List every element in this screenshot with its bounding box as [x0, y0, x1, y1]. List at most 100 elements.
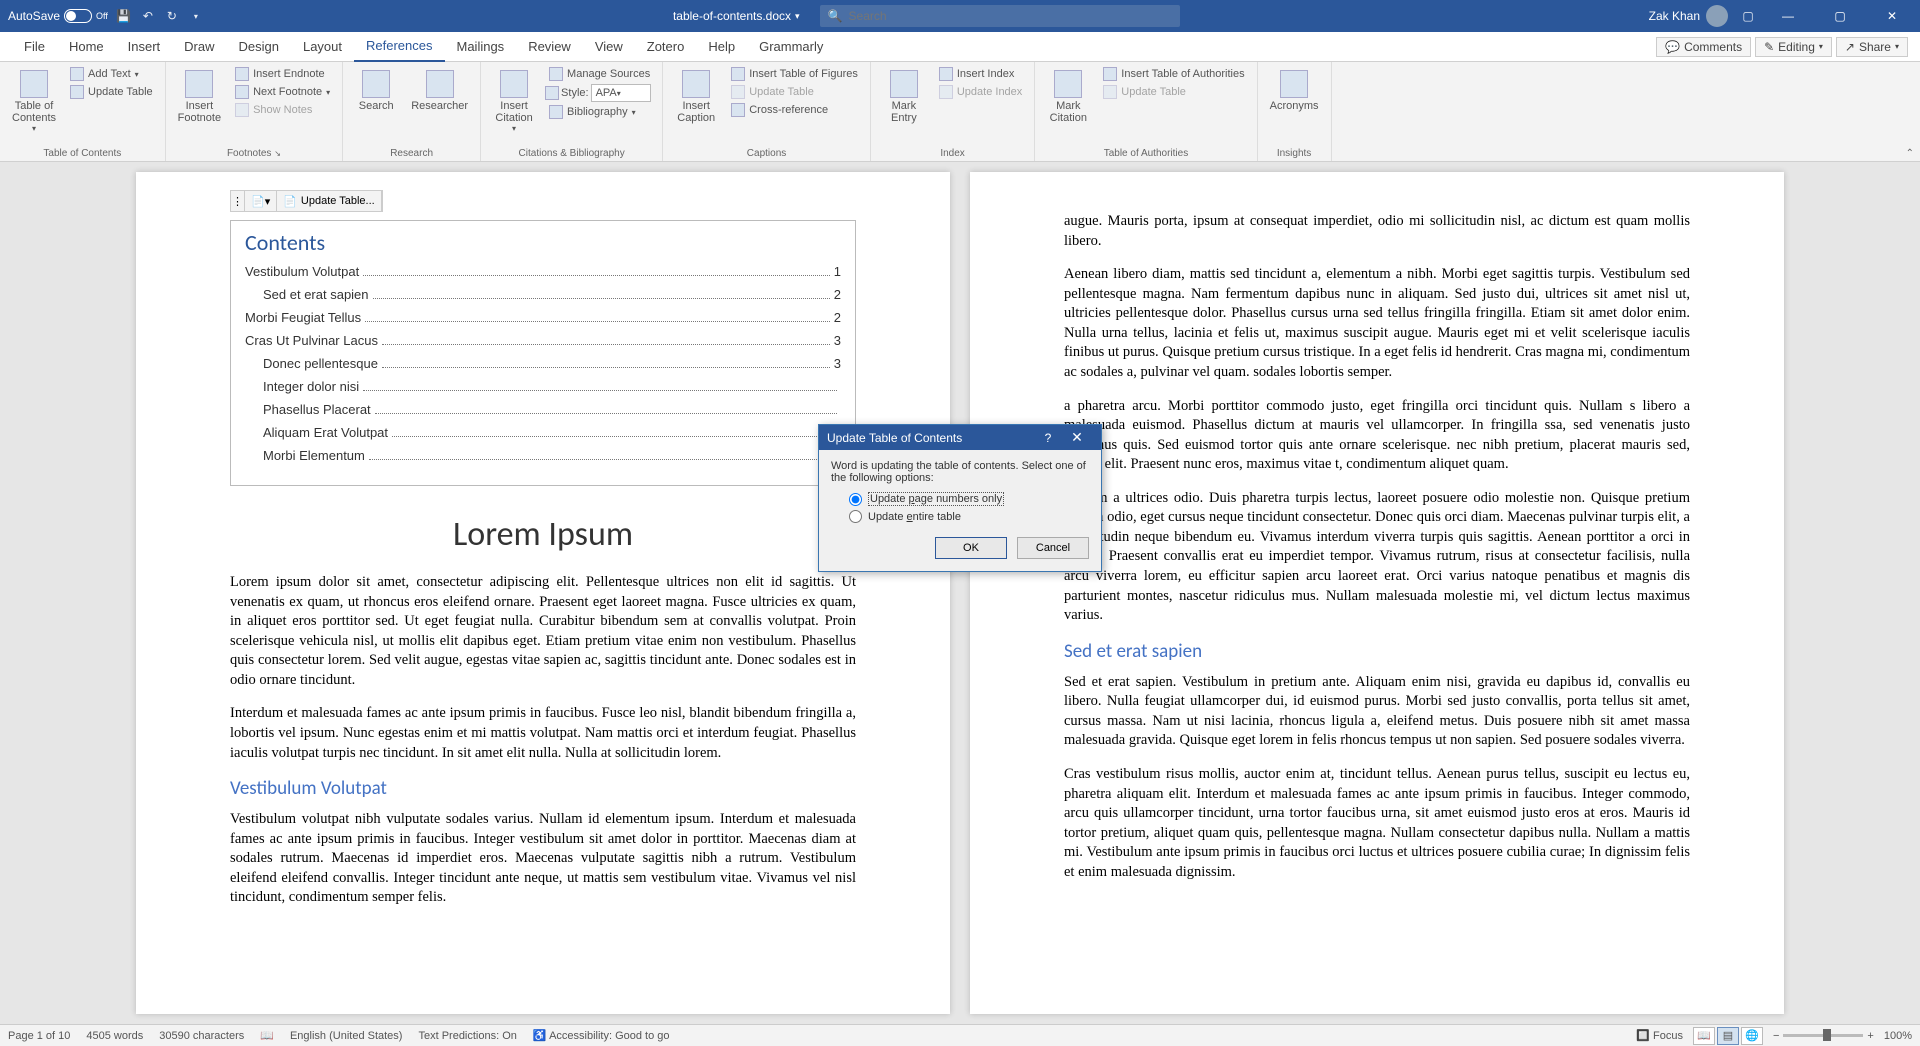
- paragraph[interactable]: Cras vestibulum risus mollis, auctor eni…: [1064, 765, 1690, 882]
- tab-zotero[interactable]: Zotero: [635, 32, 697, 62]
- tab-view[interactable]: View: [583, 32, 635, 62]
- view-web-layout-button[interactable]: 🌐: [1741, 1027, 1763, 1045]
- zoom-in-button[interactable]: +: [1867, 1030, 1873, 1042]
- tab-layout[interactable]: Layout: [291, 32, 354, 62]
- toc-row[interactable]: Morbi Elementum: [245, 448, 841, 463]
- bibliography-button[interactable]: Bibliography: [545, 104, 654, 120]
- redo-icon[interactable]: ↻: [164, 8, 180, 24]
- insert-caption-button[interactable]: Insert Caption: [671, 66, 721, 128]
- paragraph[interactable]: Nullam a ultrices odio. Duis pharetra tu…: [1064, 489, 1690, 626]
- toc-row[interactable]: Cras Ut Pulvinar Lacus3: [245, 333, 841, 348]
- editing-button[interactable]: ✎ Editing: [1755, 37, 1832, 57]
- paragraph[interactable]: Sed et erat sapien. Vestibulum in pretiu…: [1064, 673, 1690, 751]
- radio-page-numbers-only[interactable]: Update page numbers only: [849, 492, 1089, 506]
- manage-sources-button[interactable]: Manage Sources: [545, 66, 654, 82]
- status-spell-icon[interactable]: 📖: [260, 1029, 274, 1042]
- update-table-button[interactable]: Update Table: [66, 84, 157, 100]
- status-words[interactable]: 4505 words: [86, 1030, 143, 1042]
- update-index-button[interactable]: Update Index: [935, 84, 1026, 100]
- toc-row[interactable]: Integer dolor nisi: [245, 379, 841, 394]
- tab-references[interactable]: References: [354, 32, 444, 62]
- view-read-mode-button[interactable]: 📖: [1693, 1027, 1715, 1045]
- autosave-toggle[interactable]: AutoSave Off: [8, 9, 108, 23]
- mark-citation-button[interactable]: Mark Citation: [1043, 66, 1093, 128]
- focus-button[interactable]: 🔲 Focus: [1636, 1029, 1683, 1042]
- paragraph[interactable]: a pharetra arcu. Morbi porttitor commodo…: [1064, 397, 1690, 475]
- insert-table-of-figures-button[interactable]: Insert Table of Figures: [727, 66, 862, 82]
- collapse-ribbon-icon[interactable]: ⌃: [1906, 148, 1914, 159]
- acronyms-button[interactable]: Acronyms: [1266, 66, 1323, 116]
- page-2[interactable]: augue. Mauris porta, ipsum at consequat …: [970, 172, 1784, 1014]
- update-authorities-button[interactable]: Update Table: [1099, 84, 1248, 100]
- document-heading-1[interactable]: Lorem Ipsum: [230, 514, 856, 555]
- status-accessibility[interactable]: ♿ Accessibility: Good to go: [533, 1029, 670, 1042]
- qat-more-icon[interactable]: [188, 8, 204, 24]
- paragraph[interactable]: Aenean libero diam, mattis sed tincidunt…: [1064, 265, 1690, 382]
- toc-row[interactable]: Sed et erat sapien2: [245, 287, 841, 302]
- insert-index-button[interactable]: Insert Index: [935, 66, 1026, 82]
- cancel-button[interactable]: Cancel: [1017, 537, 1089, 559]
- table-of-contents-button[interactable]: Table of Contents: [8, 66, 60, 137]
- radio-input-2[interactable]: [849, 510, 862, 523]
- document-heading-2[interactable]: Vestibulum Volutpat: [230, 777, 856, 800]
- insert-footnote-button[interactable]: Insert Footnote: [174, 66, 225, 128]
- mark-entry-button[interactable]: Mark Entry: [879, 66, 929, 128]
- search-button[interactable]: Search: [351, 66, 401, 116]
- ribbon-display-icon[interactable]: ▢: [1740, 8, 1756, 24]
- researcher-button[interactable]: Researcher: [407, 66, 472, 116]
- ok-button[interactable]: OK: [935, 537, 1007, 559]
- toc-layout-dropdown[interactable]: 📄▾: [245, 191, 277, 211]
- tab-draw[interactable]: Draw: [172, 32, 226, 62]
- toc-handle-icon[interactable]: ⋮: [231, 191, 245, 211]
- page-1[interactable]: ⋮ 📄▾ 📄 Update Table... Contents Vestibul…: [136, 172, 950, 1014]
- zoom-slider[interactable]: − +: [1773, 1030, 1874, 1042]
- toc-row[interactable]: Phasellus Placerat: [245, 402, 841, 417]
- show-notes-button[interactable]: Show Notes: [231, 102, 334, 118]
- toc-row[interactable]: Morbi Feugiat Tellus2: [245, 310, 841, 325]
- document-title[interactable]: table-of-contents.docx ▾: [673, 9, 800, 23]
- table-of-contents[interactable]: Contents Vestibulum Volutpat1Sed et erat…: [230, 220, 856, 486]
- add-text-button[interactable]: Add Text: [66, 66, 157, 82]
- status-language[interactable]: English (United States): [290, 1030, 403, 1042]
- document-heading-2[interactable]: Sed et erat sapien: [1064, 640, 1690, 663]
- radio-entire-table[interactable]: Update entire table: [849, 510, 1089, 523]
- toc-row[interactable]: Aliquam Erat Volutpat: [245, 425, 841, 440]
- save-icon[interactable]: 💾: [116, 8, 132, 24]
- tab-home[interactable]: Home: [57, 32, 116, 62]
- insert-authorities-button[interactable]: Insert Table of Authorities: [1099, 66, 1248, 82]
- insert-citation-button[interactable]: Insert Citation: [489, 66, 539, 137]
- next-footnote-button[interactable]: Next Footnote: [231, 84, 334, 100]
- tab-insert[interactable]: Insert: [116, 32, 173, 62]
- minimize-button[interactable]: —: [1768, 1, 1808, 31]
- dialog-help-button[interactable]: ?: [1035, 431, 1061, 445]
- toc-field-controls[interactable]: ⋮ 📄▾ 📄 Update Table...: [230, 190, 383, 212]
- toc-row[interactable]: Vestibulum Volutpat1: [245, 264, 841, 279]
- paragraph[interactable]: augue. Mauris porta, ipsum at consequat …: [1064, 212, 1690, 251]
- zoom-out-button[interactable]: −: [1773, 1030, 1779, 1042]
- zoom-value[interactable]: 100%: [1884, 1030, 1912, 1042]
- maximize-button[interactable]: ▢: [1820, 1, 1860, 31]
- status-page[interactable]: Page 1 of 10: [8, 1030, 70, 1042]
- cross-reference-button[interactable]: Cross-reference: [727, 102, 862, 118]
- paragraph[interactable]: Lorem ipsum dolor sit amet, consectetur …: [230, 573, 856, 690]
- view-print-layout-button[interactable]: ▤: [1717, 1027, 1739, 1045]
- tab-mailings[interactable]: Mailings: [445, 32, 517, 62]
- tab-review[interactable]: Review: [516, 32, 583, 62]
- status-chars[interactable]: 30590 characters: [159, 1030, 244, 1042]
- user-account[interactable]: Zak Khan: [1649, 5, 1728, 27]
- share-button[interactable]: ↗ Share: [1836, 37, 1908, 57]
- radio-input-1[interactable]: [849, 493, 862, 506]
- paragraph[interactable]: Interdum et malesuada fames ac ante ipsu…: [230, 704, 856, 763]
- toc-update-button[interactable]: 📄 Update Table...: [277, 191, 382, 211]
- toc-row[interactable]: Donec pellentesque3: [245, 356, 841, 371]
- tab-file[interactable]: File: [12, 32, 57, 62]
- close-button[interactable]: ✕: [1872, 1, 1912, 31]
- tab-help[interactable]: Help: [696, 32, 747, 62]
- insert-endnote-button[interactable]: Insert Endnote: [231, 66, 334, 82]
- status-predictions[interactable]: Text Predictions: On: [418, 1030, 516, 1042]
- dialog-close-button[interactable]: ✕: [1061, 429, 1093, 446]
- tab-design[interactable]: Design: [227, 32, 291, 62]
- update-figures-button[interactable]: Update Table: [727, 84, 862, 100]
- search-box[interactable]: 🔍: [820, 5, 1180, 27]
- search-input[interactable]: [849, 9, 1172, 23]
